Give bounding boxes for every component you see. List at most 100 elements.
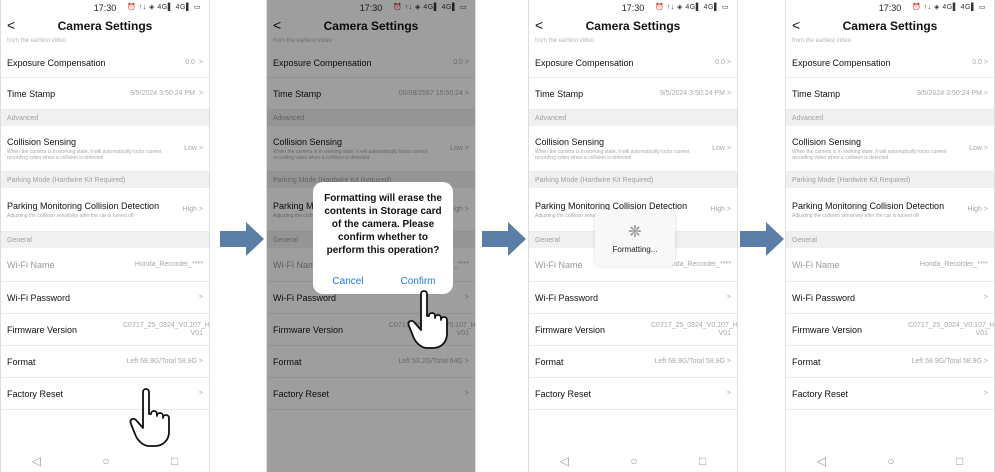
format-confirm-dialog: Formatting will erase the contents in St…	[313, 182, 453, 294]
parking-row[interactable]: Parking Monitoring Collision Detection A…	[786, 188, 994, 232]
format-label: Format	[7, 356, 36, 367]
chevron-right-icon: >	[726, 206, 731, 213]
page-title: Camera Settings	[842, 19, 938, 33]
chevron-right-icon: >	[198, 358, 203, 365]
collision-row[interactable]: Collision Sensing When the camera is in …	[1, 126, 209, 172]
nav-recent-icon[interactable]: □	[699, 454, 706, 468]
firmware-label: Firmware Version	[7, 324, 78, 335]
header: < Camera Settings	[786, 16, 994, 36]
collision-label: Collision Sensing	[535, 136, 605, 147]
status-icons: ⏰ ↑↓ ◈ 4G▌ 4G▌ ▭	[654, 4, 729, 11]
format-label: Format	[535, 356, 564, 367]
back-icon[interactable]: <	[535, 17, 543, 33]
chevron-right-icon: >	[726, 59, 731, 66]
timestamp-label: Time Stamp	[535, 88, 584, 99]
status-time: 17:30	[878, 3, 902, 13]
pointing-hand-icon	[407, 290, 448, 349]
exposure-label: Exposure Compensation	[535, 57, 634, 68]
formatting-text: Formatting...	[612, 245, 658, 254]
factory-reset-row[interactable]: Factory Reset >	[786, 378, 994, 410]
nav-home-icon[interactable]: ○	[887, 454, 894, 468]
parking-label: Parking Monitoring Collision Detection	[792, 200, 945, 211]
status-bar: 17:30 ⏰ ↑↓ ◈ 4G▌ 4G▌ ▭	[529, 0, 737, 16]
chevron-right-icon: >	[198, 294, 203, 301]
android-nav-bar: ◁ ○ □	[786, 450, 994, 472]
wifi-name-row[interactable]: Wi-Fi Name Honda_Recorder_****	[1, 248, 209, 282]
dialog-message: Formatting will erase the contents in St…	[324, 193, 442, 256]
cancel-button[interactable]: Cancel	[313, 268, 383, 294]
timestamp-label: Time Stamp	[792, 88, 841, 99]
format-row[interactable]: Format Left 58.9G/Total 58.9G >	[786, 346, 994, 378]
android-nav-bar: ◁ ○ □	[529, 450, 737, 472]
collision-label: Collision Sensing	[792, 136, 862, 147]
timestamp-row[interactable]: Time Stamp 9/5/2024 3:50:24 PM >	[529, 78, 737, 110]
section-advanced: Advanced	[1, 110, 209, 126]
parking-desc: Adjusting the collision sensitivity afte…	[7, 212, 134, 219]
spinner-icon: ❋	[628, 224, 642, 241]
wifi-password-label: Wi-Fi Password	[7, 292, 71, 303]
format-value: Left 58.9G/Total 58.9G	[654, 358, 725, 365]
collision-desc: When the camera is in working state, it …	[535, 148, 690, 161]
wifi-name-value: Honda_Recorder_****	[134, 261, 203, 268]
exposure-value: 0.0	[972, 59, 982, 66]
phone-screen-3: 17:30 ⏰ ↑↓ ◈ 4G▌ 4G▌ ▭ < Camera Settings…	[528, 0, 738, 472]
firmware-label: Firmware Version	[792, 324, 863, 335]
timestamp-label: Time Stamp	[7, 88, 56, 99]
format-row[interactable]: Format Left 58.9G/Total 58.9G >	[529, 346, 737, 378]
firmware-value: C0717_25_0324_V0.107_HW V01	[908, 321, 995, 337]
arrow-right-icon	[220, 222, 264, 256]
factory-reset-label: Factory Reset	[792, 388, 849, 399]
header: < Camera Settings	[1, 16, 209, 36]
nav-back-icon[interactable]: ◁	[817, 454, 826, 468]
format-row[interactable]: Format Left 58.9G/Total 58.9G >	[1, 346, 209, 378]
section-advanced: Advanced	[786, 110, 994, 126]
nav-recent-icon[interactable]: □	[171, 454, 178, 468]
collision-row[interactable]: Collision Sensing When the camera is in …	[786, 126, 994, 172]
arrow-right-icon	[740, 222, 784, 256]
nav-back-icon[interactable]: ◁	[560, 454, 569, 468]
chevron-right-icon: >	[726, 294, 731, 301]
exposure-row[interactable]: Exposure Compensation 0.0 >	[1, 48, 209, 78]
firmware-row: Firmware Version C0717_25_0324_V0.107_HW…	[529, 314, 737, 346]
firmware-label: Firmware Version	[535, 324, 606, 335]
nav-home-icon[interactable]: ○	[630, 454, 637, 468]
chevron-right-icon: >	[983, 390, 988, 397]
nav-back-icon[interactable]: ◁	[32, 454, 41, 468]
arrow-right-icon	[482, 222, 526, 256]
timestamp-row[interactable]: Time Stamp 9/5/2024 3:50:24 PM >	[786, 78, 994, 110]
phone-screen-1: 17:30 ⏰ ↑↓ ◈ 4G▌ 4G▌ ▭ < Camera Settings…	[0, 0, 210, 472]
chevron-right-icon: >	[983, 358, 988, 365]
format-value: Left 58.9G/Total 58.9G	[126, 358, 197, 365]
format-value: Left 58.9G/Total 58.9G	[911, 358, 982, 365]
collision-value: Low	[969, 145, 982, 152]
section-parking: Parking Mode (Hardwire Kit Required)	[1, 172, 209, 188]
timestamp-row[interactable]: Time Stamp 9/5/2024 3:50:24 PM >	[1, 78, 209, 110]
wifi-password-label: Wi-Fi Password	[792, 292, 856, 303]
wifi-name-label: Wi-Fi Name	[7, 259, 55, 270]
wifi-name-label: Wi-Fi Name	[535, 259, 583, 270]
factory-reset-row[interactable]: Factory Reset >	[529, 378, 737, 410]
wifi-name-label: Wi-Fi Name	[792, 259, 840, 270]
collision-label: Collision Sensing	[7, 136, 77, 147]
collision-value: Low	[184, 145, 197, 152]
exposure-row[interactable]: Exposure Compensation 0.0 >	[529, 48, 737, 78]
exposure-row[interactable]: Exposure Compensation 0.0 >	[786, 48, 994, 78]
back-icon[interactable]: <	[7, 17, 15, 33]
wifi-password-row[interactable]: Wi-Fi Password >	[786, 282, 994, 314]
wifi-password-row[interactable]: Wi-Fi Password >	[529, 282, 737, 314]
chevron-right-icon: >	[198, 145, 203, 152]
parking-row[interactable]: Parking Monitoring Collision Detection A…	[1, 188, 209, 232]
collision-row[interactable]: Collision Sensing When the camera is in …	[529, 126, 737, 172]
chevron-right-icon: >	[726, 145, 731, 152]
wifi-password-row[interactable]: Wi-Fi Password >	[1, 282, 209, 314]
nav-home-icon[interactable]: ○	[102, 454, 109, 468]
wifi-name-row[interactable]: Wi-Fi Name Honda_Recorder_****	[786, 248, 994, 282]
subnote: from the earliest video	[7, 38, 67, 44]
status-time: 17:30	[621, 3, 645, 13]
chevron-right-icon: >	[198, 59, 203, 66]
phone-screen-2: 17:30 ⏰ ↑↓ ◈ 4G▌ 4G▌ ▭ < Camera Settings…	[266, 0, 476, 472]
timestamp-value: 9/5/2024 3:50:24 PM	[129, 90, 195, 97]
back-icon[interactable]: <	[792, 17, 800, 33]
page-title: Camera Settings	[57, 19, 153, 33]
nav-recent-icon[interactable]: □	[956, 454, 963, 468]
